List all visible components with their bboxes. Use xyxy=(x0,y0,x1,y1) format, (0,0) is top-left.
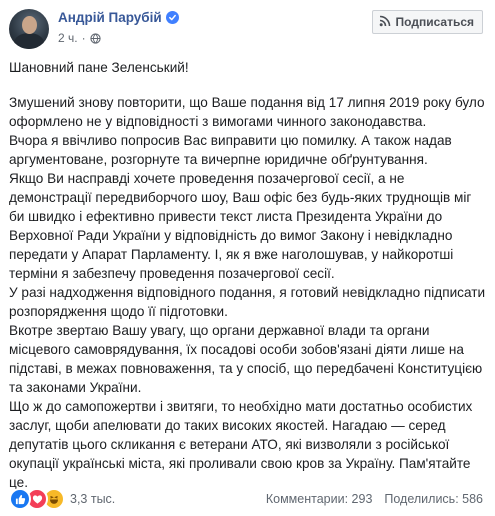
follow-button[interactable]: Подписаться xyxy=(371,10,483,34)
post-paragraph: Якщо Ви насправді хочете проведення поза… xyxy=(9,171,472,281)
globe-icon[interactable] xyxy=(89,32,101,44)
avatar[interactable] xyxy=(9,9,49,49)
post-paragraph: У разі надходження відповідного подання,… xyxy=(9,285,486,319)
post-meta: 2 ч. · xyxy=(58,31,101,45)
post-footer: 3,3 тыс. Комментарии: 293 Поделились: 58… xyxy=(9,488,483,510)
author-name[interactable]: Андрій Парубій xyxy=(58,10,162,25)
post-paragraph: Що ж до самопожертви і звитяги, то необх… xyxy=(9,399,473,490)
shares-count[interactable]: Поделились: 586 xyxy=(384,492,483,506)
follow-button-label: Подписаться xyxy=(395,15,474,29)
avatar-torso xyxy=(14,33,44,49)
meta-separator: · xyxy=(81,31,86,45)
author-row: Андрій Парубій xyxy=(58,10,179,25)
post-paragraph: Змушений знову повторити, що Ваше поданн… xyxy=(9,95,485,129)
reactions-summary[interactable]: 3,3 тыс. xyxy=(9,488,115,510)
post-time[interactable]: 2 ч. xyxy=(58,31,78,45)
post-body: Шановний пане Зеленський! Змушений знову… xyxy=(9,58,487,492)
like-icon xyxy=(9,488,31,510)
reaction-count: 3,3 тыс. xyxy=(70,492,116,506)
comments-count[interactable]: Комментарии: 293 xyxy=(266,492,373,506)
verified-badge-icon xyxy=(165,11,179,24)
post-stats: Комментарии: 293 Поделились: 586 xyxy=(266,492,483,506)
post-header: Андрій Парубій 2 ч. · Подписаться xyxy=(9,9,483,49)
post-paragraph: Вкотре звертаю Вашу увагу, що органи дер… xyxy=(9,323,483,395)
rss-follow-icon xyxy=(379,15,391,30)
avatar-face xyxy=(22,16,37,34)
post-paragraph: Вчора я ввічливо попросив Вас виправити … xyxy=(9,133,452,167)
post-greeting: Шановний пане Зеленський! xyxy=(9,60,189,75)
